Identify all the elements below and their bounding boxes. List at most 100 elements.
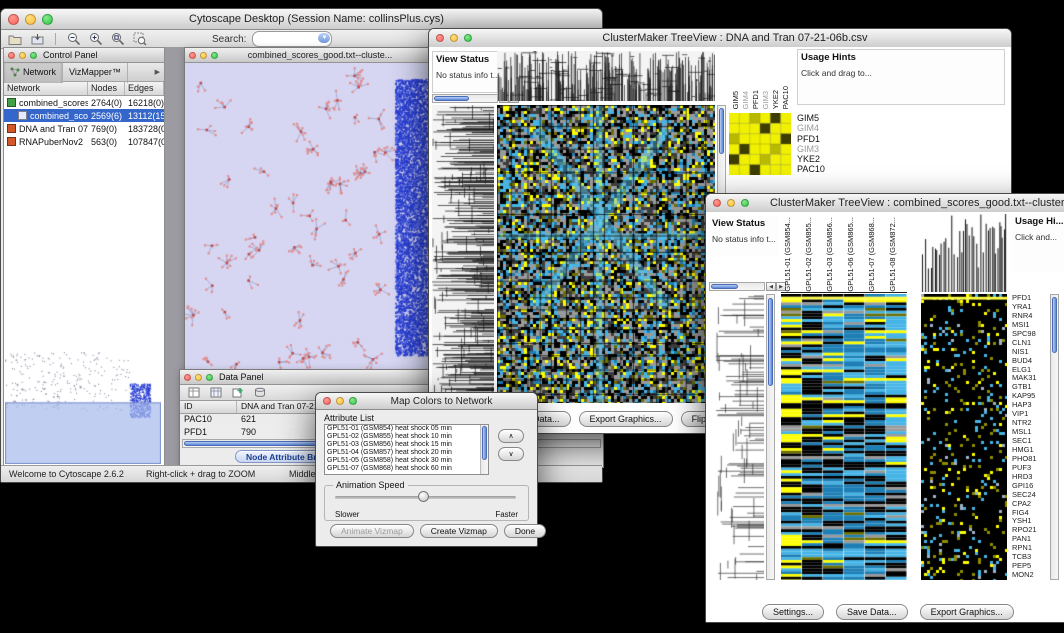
network-row[interactable]: combined_scores 2764(0) 16218(0) bbox=[4, 96, 164, 109]
slider-knob[interactable] bbox=[418, 491, 429, 502]
network-row[interactable]: RNAPuberNov2 563(0) 107847(0) bbox=[4, 135, 164, 148]
col-network[interactable]: Network bbox=[4, 82, 88, 95]
zoom-fit-icon[interactable] bbox=[110, 32, 126, 47]
gene-list-vscrollbar[interactable] bbox=[1050, 294, 1059, 580]
gene-label[interactable]: HRD3 bbox=[1012, 473, 1048, 482]
main-titlebar[interactable]: Cytoscape Desktop (Session Name: collins… bbox=[1, 9, 602, 30]
gene-label[interactable]: FIG4 bbox=[1012, 509, 1048, 518]
heatmap-secondary[interactable] bbox=[921, 294, 1007, 580]
gene-row-label[interactable]: GIM3 bbox=[797, 144, 839, 154]
minimize-button[interactable] bbox=[25, 14, 36, 25]
gene-row-label[interactable]: GIM4 bbox=[797, 123, 839, 133]
gene-label[interactable]: RPN1 bbox=[1012, 544, 1048, 553]
gene-row-label[interactable]: YKE2 bbox=[797, 154, 839, 164]
gene-label[interactable]: RPO21 bbox=[1012, 526, 1048, 535]
zoom-button[interactable] bbox=[741, 199, 749, 207]
scrollbar-thumb[interactable] bbox=[711, 284, 738, 289]
gene-column-label[interactable]: PAC10 bbox=[781, 86, 790, 109]
import-icon[interactable] bbox=[29, 32, 45, 47]
gene-label[interactable]: YRA1 bbox=[1012, 303, 1048, 312]
row-dendrogram[interactable] bbox=[709, 294, 764, 580]
scrollbar-thumb[interactable] bbox=[719, 108, 724, 154]
zoom-selected-icon[interactable] bbox=[132, 32, 148, 47]
search-input[interactable]: ▼ bbox=[252, 31, 332, 47]
zoom-button[interactable] bbox=[349, 397, 357, 405]
treeview-button[interactable]: Settings... bbox=[762, 604, 824, 620]
scroll-left-icon[interactable]: ◀ bbox=[766, 282, 776, 291]
close-icon[interactable] bbox=[8, 52, 15, 59]
close-button[interactable] bbox=[323, 397, 331, 405]
minimize-icon[interactable] bbox=[19, 52, 26, 59]
dendrogram-hscrollbar[interactable]: ◀ ▶ bbox=[432, 94, 498, 103]
minimize-button[interactable] bbox=[450, 34, 458, 42]
attribute-item[interactable]: GPL51-01 (GSM854) heat shock 05 min bbox=[325, 425, 488, 433]
zoom-icon[interactable] bbox=[30, 52, 37, 59]
scrollbar-thumb[interactable] bbox=[768, 298, 773, 386]
gene-label[interactable]: VIP1 bbox=[1012, 410, 1048, 419]
experiment-label[interactable]: GPL51-02 (GSM855... bbox=[804, 217, 813, 292]
gene-label[interactable]: GPI16 bbox=[1012, 482, 1048, 491]
gene-label[interactable]: PHO81 bbox=[1012, 455, 1048, 464]
treeview-button[interactable]: Export Graphics... bbox=[579, 411, 673, 427]
attribute-item[interactable]: GPL51-03 (GSM856) heat shock 15 min bbox=[325, 441, 488, 449]
search-dropdown-icon[interactable]: ▼ bbox=[318, 33, 330, 43]
scrollbar-thumb[interactable] bbox=[434, 96, 469, 101]
scrollbar-thumb[interactable] bbox=[1052, 297, 1057, 353]
close-icon[interactable] bbox=[184, 374, 191, 381]
experiment-label[interactable]: GPL51-08 (GSM872... bbox=[888, 217, 897, 292]
gene-label[interactable]: YSH1 bbox=[1012, 517, 1048, 526]
attribute-item[interactable]: GPL51-07 (GSM868) heat shock 60 min bbox=[325, 465, 488, 473]
gene-row-label[interactable]: PAC10 bbox=[797, 164, 839, 174]
attribute-table-icon[interactable] bbox=[186, 385, 202, 400]
minimize-icon[interactable] bbox=[200, 52, 207, 59]
close-button[interactable] bbox=[713, 199, 721, 207]
dendrogram-hscrollbar[interactable]: ◀ ▶ bbox=[709, 282, 765, 291]
gene-label[interactable]: SEC24 bbox=[1012, 491, 1048, 500]
zoom-icon[interactable] bbox=[211, 52, 218, 59]
col-id[interactable]: ID bbox=[180, 401, 237, 413]
attribute-item[interactable]: GPL51-05 (GSM858) heat shock 30 min bbox=[325, 457, 488, 465]
attribute-functions-icon[interactable] bbox=[252, 385, 268, 400]
gene-label[interactable]: MAK31 bbox=[1012, 374, 1048, 383]
gene-label[interactable]: BUD4 bbox=[1012, 357, 1048, 366]
gene-label[interactable]: CPA2 bbox=[1012, 500, 1048, 509]
zoom-icon[interactable] bbox=[206, 374, 213, 381]
col-edges[interactable]: Edges bbox=[125, 82, 164, 95]
close-button[interactable] bbox=[436, 34, 444, 42]
close-button[interactable] bbox=[8, 14, 19, 25]
map-colors-titlebar[interactable]: Map Colors to Network bbox=[316, 393, 537, 410]
gene-label[interactable]: HAP3 bbox=[1012, 401, 1048, 410]
experiment-label[interactable]: GPL51-03 (GSM856... bbox=[825, 217, 834, 292]
network-view-titlebar[interactable]: combined_scores_good.txt--cluste... bbox=[185, 48, 431, 63]
gene-row-label[interactable]: PFD1 bbox=[797, 134, 839, 144]
list-vscrollbar[interactable] bbox=[480, 425, 488, 474]
treeview-button[interactable]: Export Graphics... bbox=[920, 604, 1014, 620]
minimize-button[interactable] bbox=[727, 199, 735, 207]
gene-label[interactable]: SEC1 bbox=[1012, 437, 1048, 446]
attribute-item[interactable]: GPL51-02 (GSM855) heat shock 10 min bbox=[325, 433, 488, 441]
heatmap-main[interactable] bbox=[497, 105, 715, 403]
network-row[interactable]: DNA and Tran 07 769(0) 183728(0) bbox=[4, 122, 164, 135]
zoom-out-icon[interactable] bbox=[66, 32, 82, 47]
gene-label[interactable]: NTR2 bbox=[1012, 419, 1048, 428]
done-button[interactable]: Done bbox=[504, 524, 546, 538]
experiment-label[interactable]: GPL51-06 (GSM865... bbox=[846, 217, 855, 292]
move-up-button[interactable]: ∧ bbox=[498, 429, 524, 443]
gene-label[interactable]: PFD1 bbox=[1012, 294, 1048, 303]
gene-label[interactable]: PEP5 bbox=[1012, 562, 1048, 571]
gene-label[interactable]: MSL1 bbox=[1012, 428, 1048, 437]
gene-label[interactable]: RNR4 bbox=[1012, 312, 1048, 321]
gene-row-label[interactable]: GIM5 bbox=[797, 113, 839, 123]
gene-label[interactable]: KAP95 bbox=[1012, 392, 1048, 401]
minimize-icon[interactable] bbox=[195, 374, 202, 381]
gene-label[interactable]: CLN1 bbox=[1012, 339, 1048, 348]
attribute-listbox[interactable]: GPL51-01 (GSM854) heat shock 05 minGPL51… bbox=[324, 424, 489, 475]
new-attribute-icon[interactable] bbox=[230, 385, 246, 400]
gene-label[interactable]: PUF3 bbox=[1012, 464, 1048, 473]
birdseye-overview[interactable] bbox=[5, 352, 161, 464]
gene-label[interactable]: TCB3 bbox=[1012, 553, 1048, 562]
col-nodes[interactable]: Nodes bbox=[88, 82, 125, 95]
scrollbar-thumb[interactable] bbox=[482, 426, 487, 460]
gene-label[interactable]: GTB1 bbox=[1012, 383, 1048, 392]
treeview-dna-titlebar[interactable]: ClusterMaker TreeView : DNA and Tran 07-… bbox=[429, 29, 1011, 48]
